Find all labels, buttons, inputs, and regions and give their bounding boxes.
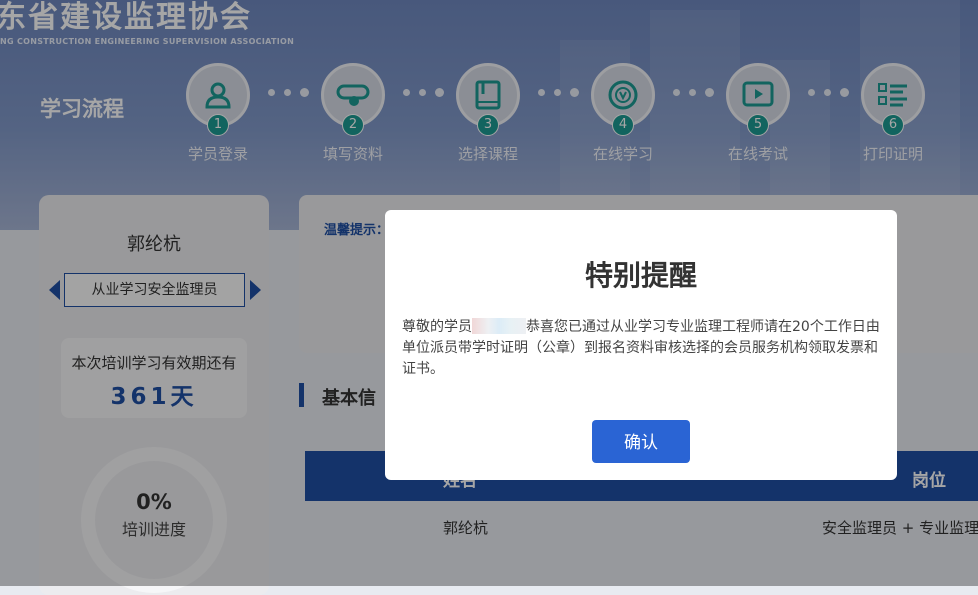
dialog-title: 特别提醒	[584, 259, 697, 292]
confirm-button[interactable]: 确认	[592, 420, 690, 463]
message-prefix: 尊敬的学员	[402, 319, 472, 335]
dialog-message: 尊敬的学员 恭喜您已通过从业学习专业监理工程师请在20个工作日由单位派员带学时证明…	[402, 317, 880, 380]
special-reminder-dialog: 特别提醒 尊敬的学员 恭喜您已通过从业学习专业监理工程师请在20个工作日由单位派员…	[385, 210, 897, 480]
redacted-name	[472, 318, 526, 334]
